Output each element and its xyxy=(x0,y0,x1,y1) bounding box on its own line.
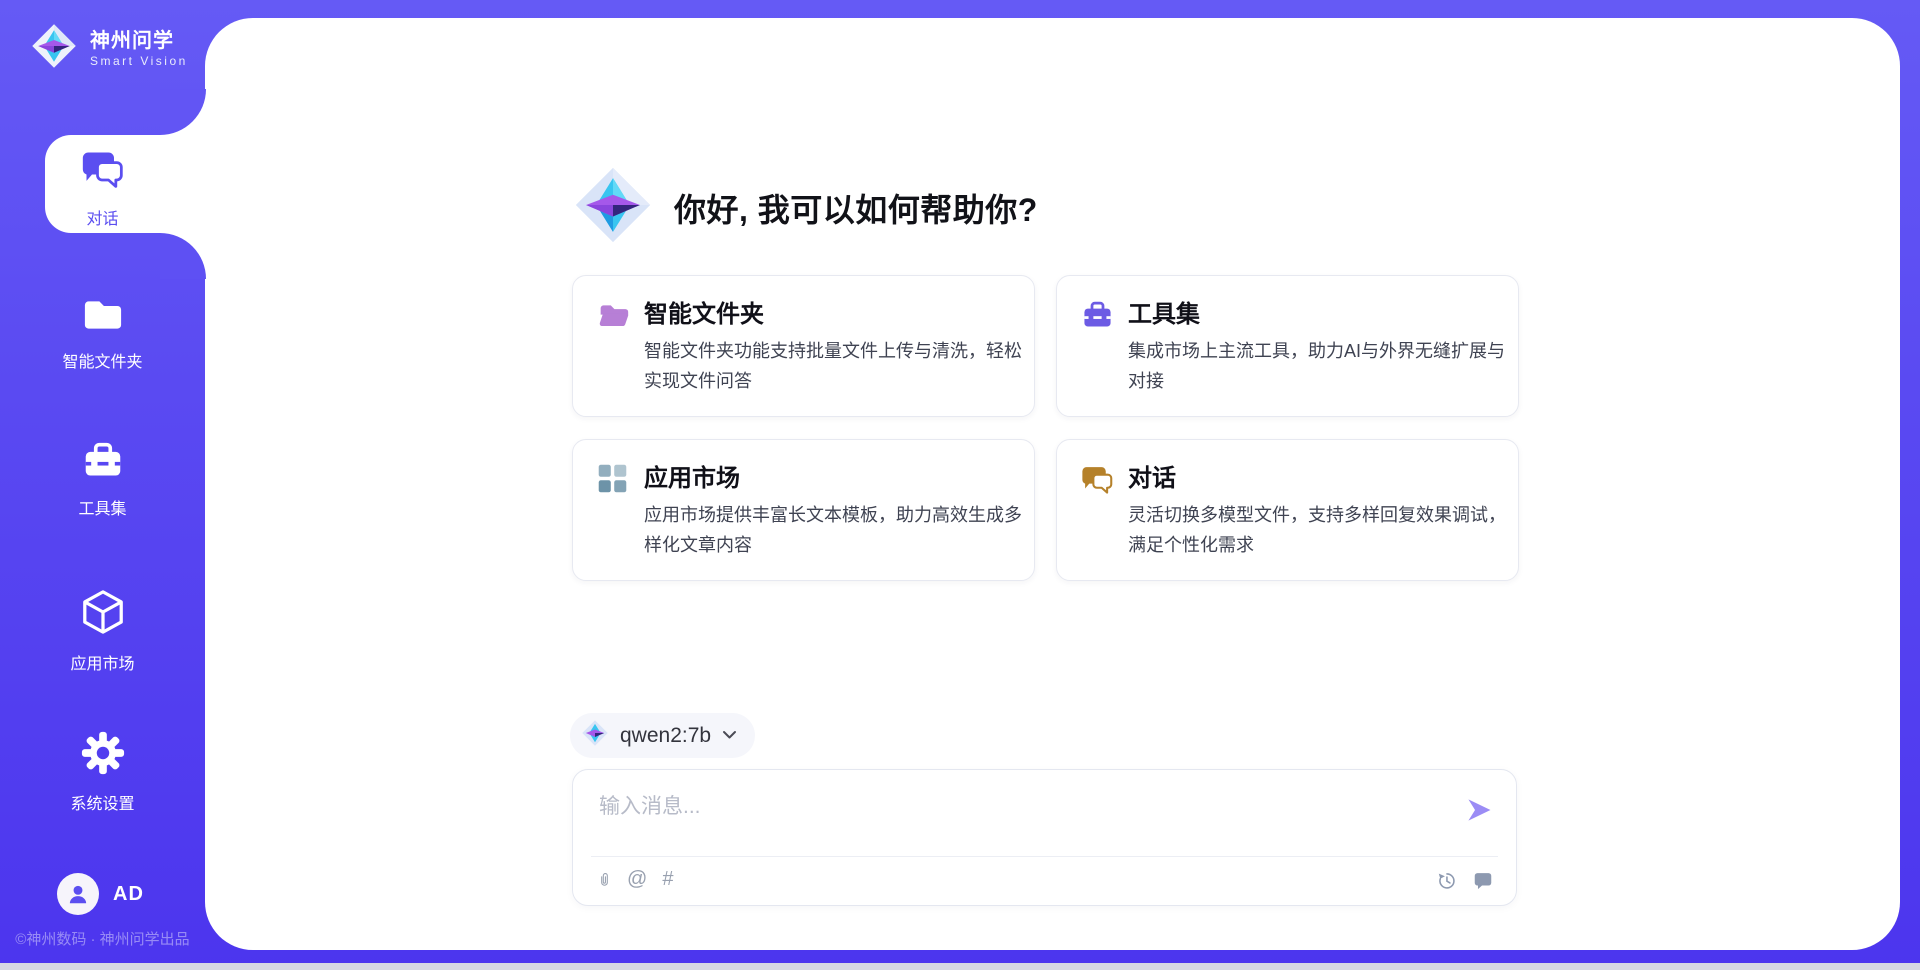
card-title: 应用市场 xyxy=(644,462,1026,495)
gear-icon xyxy=(80,730,126,781)
card-title: 对话 xyxy=(1128,462,1510,495)
chevron-down-icon xyxy=(722,727,737,745)
sidebar-item-smart-folder[interactable]: 智能文件夹 xyxy=(0,296,205,372)
send-button[interactable] xyxy=(1464,795,1494,825)
folder-open-icon xyxy=(597,299,630,332)
cube-icon xyxy=(80,588,126,641)
card-chat[interactable]: 对话 灵活切换多模型文件，支持多样回复效果调试，满足个性化需求 xyxy=(1056,439,1519,581)
card-title: 智能文件夹 xyxy=(644,298,1026,331)
chat-icon xyxy=(81,147,125,196)
user-profile[interactable]: AD xyxy=(57,873,144,915)
composer-divider xyxy=(591,856,1498,857)
card-description: 灵活切换多模型文件，支持多样回复效果调试，满足个性化需求 xyxy=(1128,500,1510,560)
model-diamond-icon xyxy=(581,719,609,752)
sidebar-item-label: 工具集 xyxy=(78,495,126,519)
message-composer: @ # xyxy=(572,769,1517,906)
feedback-chat-icon[interactable] xyxy=(1472,869,1494,891)
folder-icon xyxy=(81,296,125,339)
card-smart-folder[interactable]: 智能文件夹 智能文件夹功能支持批量文件上传与清洗，轻松实现文件问答 xyxy=(572,275,1035,417)
bottom-edge-strip xyxy=(0,963,1920,970)
sidebar-item-chat[interactable]: 对话 xyxy=(0,147,205,229)
history-icon[interactable] xyxy=(1436,870,1457,891)
grid-icon xyxy=(597,463,630,496)
hashtag-icon[interactable]: # xyxy=(662,868,673,890)
sidebar-item-label: 对话 xyxy=(86,205,118,229)
brand-diamond-icon xyxy=(30,22,78,75)
sidebar-item-settings[interactable]: 系统设置 xyxy=(0,730,205,814)
sidebar-item-label: 系统设置 xyxy=(70,790,134,814)
app-logo[interactable]: 神州问学 Smart Vision xyxy=(30,22,188,75)
sidebar-item-label: 智能文件夹 xyxy=(62,348,142,372)
nav-fillet-top xyxy=(160,89,206,135)
model-selector[interactable]: qwen2:7b xyxy=(570,713,755,758)
model-name: qwen2:7b xyxy=(620,724,711,748)
brand-name: 神州问学 xyxy=(90,29,188,53)
card-title: 工具集 xyxy=(1128,298,1510,331)
toolbox-icon xyxy=(1081,299,1114,332)
card-description: 应用市场提供丰富长文本模板，助力高效生成多样化文章内容 xyxy=(644,500,1026,560)
attachment-icon[interactable] xyxy=(597,867,612,891)
mention-icon[interactable]: @ xyxy=(627,868,647,890)
sidebar-item-toolset[interactable]: 工具集 xyxy=(0,441,205,519)
avatar xyxy=(57,873,99,915)
nav-fillet-bottom xyxy=(160,233,206,279)
sidebar-item-app-market[interactable]: 应用市场 xyxy=(0,588,205,674)
greeting-diamond-icon xyxy=(572,164,654,251)
sidebar-item-label: 应用市场 xyxy=(70,650,134,674)
greeting: 你好, 我可以如何帮助你? xyxy=(572,164,1038,251)
card-description: 集成市场上主流工具，助力AI与外界无缝扩展与对接 xyxy=(1128,336,1510,396)
card-toolset[interactable]: 工具集 集成市场上主流工具，助力AI与外界无缝扩展与对接 xyxy=(1056,275,1519,417)
card-app-market[interactable]: 应用市场 应用市场提供丰富长文本模板，助力高效生成多样化文章内容 xyxy=(572,439,1035,581)
toolbox-icon xyxy=(81,441,125,486)
sidebar-footer: ©神州数码 · 神州问学出品 xyxy=(0,928,205,949)
chat-icon xyxy=(1081,463,1114,496)
brand-subtitle: Smart Vision xyxy=(90,53,188,69)
feature-cards: 智能文件夹 智能文件夹功能支持批量文件上传与清洗，轻松实现文件问答 工具集 集成… xyxy=(572,275,1519,581)
card-description: 智能文件夹功能支持批量文件上传与清洗，轻松实现文件问答 xyxy=(644,336,1026,396)
message-input[interactable] xyxy=(597,788,1441,840)
greeting-title: 你好, 我可以如何帮助你? xyxy=(674,185,1038,231)
user-name: AD xyxy=(113,883,144,906)
